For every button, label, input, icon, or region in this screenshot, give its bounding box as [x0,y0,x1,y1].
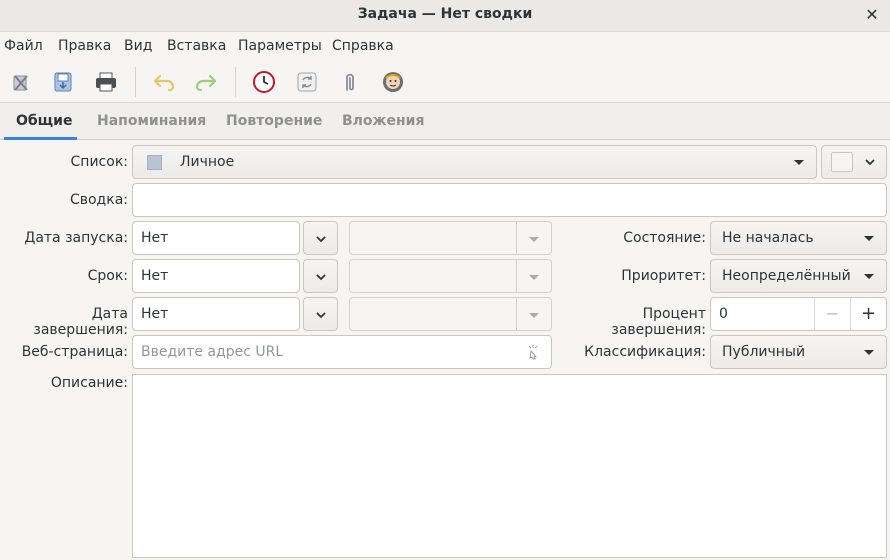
chevron-down-icon [865,159,875,166]
increment-button[interactable]: + [850,298,886,330]
summary-label: Сводка: [69,192,128,208]
combo-divider [516,298,517,330]
attachment-icon [346,73,354,91]
priority-label: Приоритет: [621,268,706,284]
completed-date-label: Дата завершения: [33,306,128,338]
assign-icon [383,72,403,92]
classification-combo[interactable]: Публичный [710,335,887,369]
dropdown-arrow-icon [864,236,874,241]
chevron-down-icon [316,312,326,319]
due-date-label: Срок: [87,268,128,284]
redo-icon [195,74,217,92]
menu-file[interactable]: Файл [4,38,43,54]
combo-divider [516,222,517,254]
refresh-icon [297,72,317,92]
start-date-label: Дата запуска: [24,230,128,246]
chevron-down-icon [316,274,326,281]
start-date-value: Нет [141,230,169,246]
priority-combo[interactable]: Неопределённый [710,259,887,293]
due-date-value: Нет [141,268,169,284]
due-time-combo[interactable] [349,259,552,293]
undo-button[interactable] [148,66,180,98]
delete-icon [13,75,28,91]
completed-date-value: Нет [141,306,169,322]
web-page-input[interactable]: Введите адрес URL [132,335,552,369]
print-icon [96,72,116,92]
menu-view[interactable]: Вид [124,38,152,54]
classification-label: Классификация: [584,344,706,360]
undo-icon [153,74,175,92]
save-button[interactable] [47,66,79,98]
status-combo[interactable]: Не началась [710,221,887,255]
menu-options[interactable]: Параметры [238,38,322,54]
tab-attachments[interactable]: Вложения [342,113,424,129]
due-date-picker-button[interactable] [303,259,338,293]
dropdown-arrow-icon [864,350,874,355]
title-bar: Задача — Нет сводки ✕ [0,0,890,32]
status-label: Состояние: [623,230,706,246]
due-date-input[interactable]: Нет [132,259,300,293]
close-button[interactable]: ✕ [862,4,882,26]
redo-button[interactable] [190,66,222,98]
percent-complete-label: Процент завершения: [611,306,706,338]
clock-icon [253,71,275,93]
dropdown-arrow-icon [529,275,539,280]
priority-value: Неопределённый [722,268,851,284]
menu-edit[interactable]: Правка [58,38,111,54]
completed-date-picker-button[interactable] [303,297,338,331]
start-time-combo[interactable] [349,221,552,255]
classification-value: Публичный [722,344,806,360]
status-value: Не началась [722,230,814,246]
tab-recurrence[interactable]: Повторение [226,113,322,129]
dropdown-arrow-icon [864,274,874,279]
web-page-placeholder: Введите адрес URL [141,344,284,360]
delete-button[interactable] [5,66,37,98]
menu-bar: Файл Правка Вид Вставка Параметры Справк… [0,33,890,61]
completed-time-combo[interactable] [349,297,552,331]
open-url-icon[interactable] [525,344,541,360]
list-value: Личное [180,154,235,170]
time-button[interactable] [248,66,280,98]
tab-general[interactable]: Общие [16,113,72,129]
description-textarea[interactable] [132,374,887,558]
percent-complete-value: 0 [719,306,728,322]
dropdown-arrow-icon [529,237,539,242]
dropdown-arrow-icon [794,160,804,165]
window-title: Задача — Нет сводки [357,6,533,22]
assign-button[interactable] [377,66,409,98]
web-page-label: Веб-страница: [21,344,128,360]
dropdown-arrow-icon [529,313,539,318]
menu-insert[interactable]: Вставка [167,38,226,54]
description-label: Описание: [50,375,128,391]
color-swatch [831,152,853,172]
attach-button[interactable] [334,66,366,98]
summary-input[interactable] [132,183,887,217]
list-color-swatch [147,155,162,170]
list-label: Список: [70,154,128,170]
tab-reminders[interactable]: Напоминания [97,113,206,129]
print-button[interactable] [90,66,122,98]
completed-date-input[interactable]: Нет [132,297,300,331]
color-picker-button[interactable] [821,145,887,179]
menu-help[interactable]: Справка [332,38,394,54]
toolbar [0,62,890,102]
start-date-picker-button[interactable] [303,221,338,255]
toolbar-separator [135,67,136,97]
chevron-down-icon [316,236,326,243]
toolbar-separator-2 [235,67,236,97]
start-date-input[interactable]: Нет [132,221,300,255]
tab-bar: Общие Напоминания Повторение Вложения [0,102,890,140]
refresh-button[interactable] [291,66,323,98]
percent-complete-spinner[interactable]: 0 − + [710,297,887,331]
save-icon [54,72,72,92]
decrement-button[interactable]: − [814,298,850,330]
list-combo[interactable]: Личное [132,145,817,179]
combo-divider [516,260,517,292]
active-tab-indicator [4,137,77,140]
